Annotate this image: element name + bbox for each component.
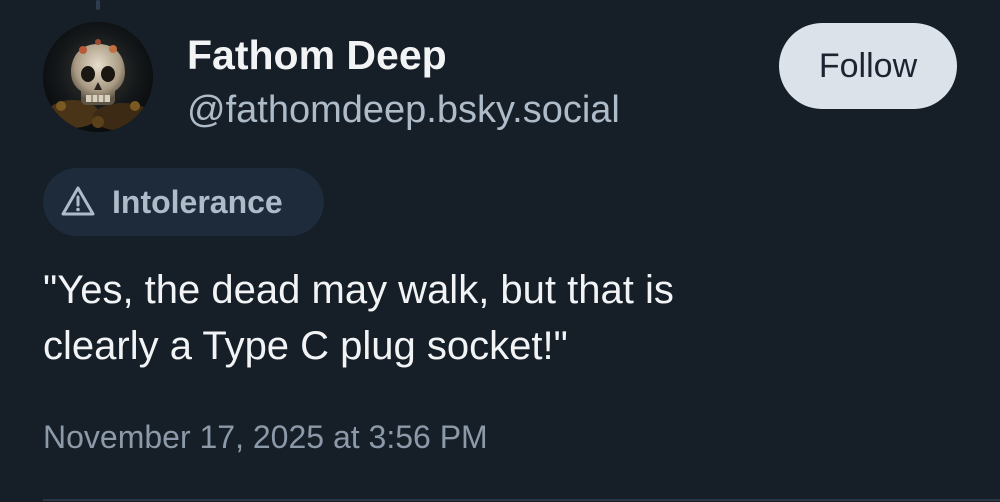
- warning-triangle-icon: [61, 186, 95, 216]
- follow-button[interactable]: Follow: [779, 23, 957, 109]
- content-warning-label[interactable]: Intolerance: [43, 168, 324, 236]
- avatar[interactable]: [43, 22, 153, 132]
- content-warning-text: Intolerance: [112, 183, 283, 220]
- post-text: "Yes, the dead may walk, but that is cle…: [43, 268, 674, 368]
- divider: [43, 499, 1000, 501]
- author-display-name[interactable]: Fathom Deep: [187, 30, 447, 80]
- thread-line: [96, 0, 100, 10]
- post-timestamp[interactable]: November 17, 2025 at 3:56 PM: [43, 415, 488, 459]
- skull-avatar-icon: [43, 22, 153, 132]
- post-card: Fathom Deep @fathomdeep.bsky.social Foll…: [0, 0, 1000, 502]
- author-handle[interactable]: @fathomdeep.bsky.social: [187, 87, 620, 133]
